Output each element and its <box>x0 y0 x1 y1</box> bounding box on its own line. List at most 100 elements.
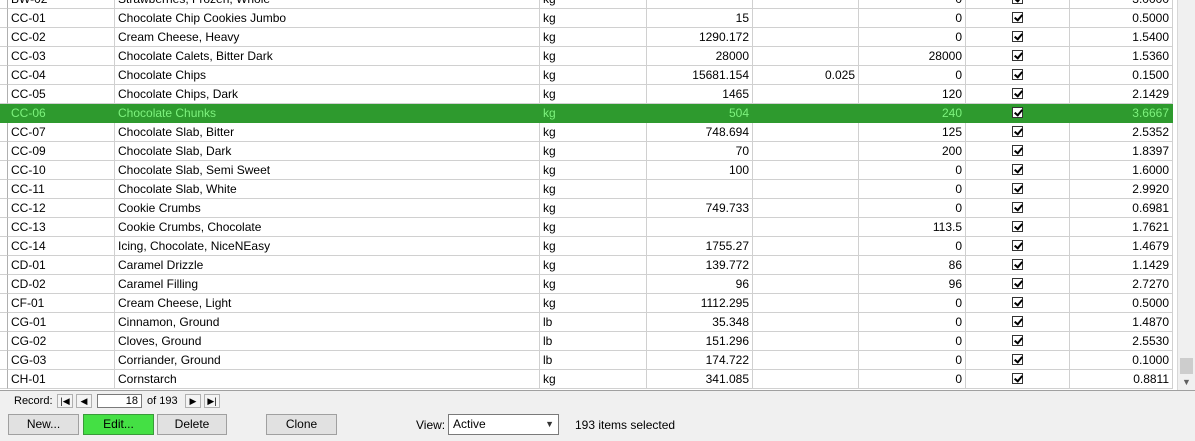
cell-active[interactable] <box>966 256 1070 275</box>
checkbox-checked-icon[interactable] <box>1012 126 1023 138</box>
cell-active[interactable] <box>966 313 1070 332</box>
table-row[interactable]: CC-07 Chocolate Slab, Bitter kg 748.694 125 2… <box>0 123 1173 142</box>
table-row[interactable]: CG-02 Cloves, Ground lb 151.296 0 2.5530 <box>0 332 1173 351</box>
row-selector[interactable] <box>0 85 8 104</box>
row-selector[interactable] <box>0 0 8 9</box>
next-record-icon[interactable]: ▶ <box>185 394 201 408</box>
scrollbar-thumb[interactable] <box>1180 358 1193 374</box>
checkbox-checked-icon[interactable] <box>1012 221 1023 233</box>
cell-active[interactable] <box>966 180 1070 199</box>
table-row[interactable]: CG-03 Corriander, Ground lb 174.722 0 0.1000 <box>0 351 1173 370</box>
row-selector[interactable] <box>0 199 8 218</box>
table-row[interactable]: CC-12 Cookie Crumbs kg 749.733 0 0.6981 <box>0 199 1173 218</box>
row-selector[interactable] <box>0 123 8 142</box>
row-selector[interactable] <box>0 256 8 275</box>
cell-active[interactable] <box>966 370 1070 389</box>
row-selector[interactable] <box>0 9 8 28</box>
edit-button[interactable]: Edit... <box>83 414 154 435</box>
cell-active[interactable] <box>966 123 1070 142</box>
table-row[interactable]: CD-01 Caramel Drizzle kg 139.772 86 1.1429 <box>0 256 1173 275</box>
row-selector[interactable] <box>0 370 8 389</box>
cell-active[interactable] <box>966 275 1070 294</box>
checkbox-checked-icon[interactable] <box>1012 164 1023 176</box>
record-number-input[interactable]: 18 <box>97 394 142 408</box>
row-selector[interactable] <box>0 332 8 351</box>
cell-active[interactable] <box>966 9 1070 28</box>
first-record-icon[interactable]: |◀ <box>57 394 73 408</box>
cell-active[interactable] <box>966 66 1070 85</box>
new-button[interactable]: New... <box>8 414 79 435</box>
view-select[interactable]: Active ▼ <box>448 414 559 435</box>
checkbox-checked-icon[interactable] <box>1012 107 1023 119</box>
checkbox-checked-icon[interactable] <box>1012 335 1023 347</box>
checkbox-checked-icon[interactable] <box>1012 297 1023 309</box>
chevron-down-icon[interactable]: ▼ <box>545 415 554 434</box>
table-row[interactable]: CC-09 Chocolate Slab, Dark kg 70 200 1.8397 <box>0 142 1173 161</box>
row-selector[interactable] <box>0 275 8 294</box>
row-selector[interactable] <box>0 237 8 256</box>
checkbox-checked-icon[interactable] <box>1012 31 1023 43</box>
table-row[interactable]: CF-01 Cream Cheese, Light kg 1112.295 0 0.500… <box>0 294 1173 313</box>
prev-record-icon[interactable]: ◀ <box>76 394 92 408</box>
row-selector[interactable] <box>0 104 8 123</box>
cell-unit: lb <box>540 313 647 332</box>
cell-active[interactable] <box>966 332 1070 351</box>
table-row[interactable]: CG-01 Cinnamon, Ground lb 35.348 0 1.4870 <box>0 313 1173 332</box>
table-row[interactable]: CD-02 Caramel Filling kg 96 96 2.7270 <box>0 275 1173 294</box>
cell-active[interactable] <box>966 142 1070 161</box>
cell-active[interactable] <box>966 294 1070 313</box>
row-selector[interactable] <box>0 66 8 85</box>
cell-active[interactable] <box>966 28 1070 47</box>
table-row[interactable]: CC-01 Chocolate Chip Cookies Jumbo kg 15 0 0.… <box>0 9 1173 28</box>
cell-active[interactable] <box>966 161 1070 180</box>
table-row[interactable]: CC-02 Cream Cheese, Heavy kg 1290.172 0 1.540… <box>0 28 1173 47</box>
cell-active[interactable] <box>966 104 1070 123</box>
checkbox-checked-icon[interactable] <box>1012 0 1023 5</box>
clone-button[interactable]: Clone <box>266 414 337 435</box>
items-grid[interactable]: BW-02 Strawberries, Frozen, Whole kg 0 3… <box>0 0 1195 391</box>
delete-button[interactable]: Delete <box>157 414 227 435</box>
table-row[interactable]: CC-11 Chocolate Slab, White kg 0 2.9920 <box>0 180 1173 199</box>
table-row[interactable]: CC-10 Chocolate Slab, Semi Sweet kg 100 0 1.6… <box>0 161 1173 180</box>
vertical-scrollbar[interactable]: ▼ <box>1177 0 1195 390</box>
table-row-selected[interactable]: CC-06 Chocolate Chunks kg 504 240 3.6667 <box>0 104 1173 123</box>
checkbox-checked-icon[interactable] <box>1012 278 1023 290</box>
cell-active[interactable] <box>966 0 1070 9</box>
row-selector[interactable] <box>0 47 8 66</box>
cell-active[interactable] <box>966 199 1070 218</box>
cell-active[interactable] <box>966 237 1070 256</box>
row-selector[interactable] <box>0 142 8 161</box>
checkbox-checked-icon[interactable] <box>1012 259 1023 271</box>
row-selector[interactable] <box>0 351 8 370</box>
table-row[interactable]: CC-05 Chocolate Chips, Dark kg 1465 120 2.142… <box>0 85 1173 104</box>
row-selector[interactable] <box>0 28 8 47</box>
table-row[interactable]: CC-03 Chocolate Calets, Bitter Dark kg 2800… <box>0 47 1173 66</box>
checkbox-checked-icon[interactable] <box>1012 145 1023 157</box>
row-selector[interactable] <box>0 161 8 180</box>
cell-active[interactable] <box>966 47 1070 66</box>
checkbox-checked-icon[interactable] <box>1012 69 1023 81</box>
table-row[interactable]: CC-13 Cookie Crumbs, Chocolate kg 113.5 1.76… <box>0 218 1173 237</box>
checkbox-checked-icon[interactable] <box>1012 88 1023 100</box>
cell-active[interactable] <box>966 85 1070 104</box>
checkbox-checked-icon[interactable] <box>1012 202 1023 214</box>
scroll-down-icon[interactable]: ▼ <box>1178 374 1195 390</box>
checkbox-checked-icon[interactable] <box>1012 50 1023 62</box>
checkbox-checked-icon[interactable] <box>1012 316 1023 328</box>
cell-active[interactable] <box>966 218 1070 237</box>
row-selector[interactable] <box>0 313 8 332</box>
checkbox-checked-icon[interactable] <box>1012 12 1023 24</box>
checkbox-checked-icon[interactable] <box>1012 183 1023 195</box>
table-row[interactable]: CC-04 Chocolate Chips kg 15681.154 0.025 0 0.1… <box>0 66 1173 85</box>
cell-active[interactable] <box>966 351 1070 370</box>
checkbox-checked-icon[interactable] <box>1012 373 1023 385</box>
checkbox-checked-icon[interactable] <box>1012 240 1023 252</box>
table-row[interactable]: CC-14 Icing, Chocolate, NiceNEasy kg 1755.2… <box>0 237 1173 256</box>
table-row-partial[interactable]: BW-02 Strawberries, Frozen, Whole kg 0 3… <box>0 0 1173 9</box>
row-selector[interactable] <box>0 180 8 199</box>
row-selector[interactable] <box>0 218 8 237</box>
checkbox-checked-icon[interactable] <box>1012 354 1023 366</box>
table-row[interactable]: CH-01 Cornstarch kg 341.085 0 0.8811 <box>0 370 1173 389</box>
row-selector[interactable] <box>0 294 8 313</box>
last-record-icon[interactable]: ▶| <box>204 394 220 408</box>
